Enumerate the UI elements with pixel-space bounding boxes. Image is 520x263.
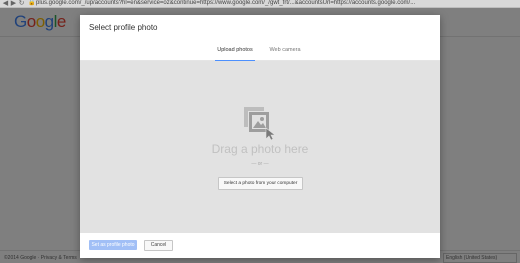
- set-as-profile-photo-button[interactable]: Set as profile photo: [89, 240, 137, 250]
- back-icon[interactable]: ◀: [2, 0, 9, 7]
- reload-icon[interactable]: ↻: [18, 0, 25, 7]
- photo-stack-icon: [244, 107, 276, 140]
- dialog-title: Select profile photo: [89, 23, 158, 32]
- dialog-footer: Set as profile photo Cancel: [80, 233, 440, 258]
- browser-toolbar: ◀ ▶ ↻ 🔒 plus.google.com/_/up/accounts?hl…: [0, 0, 520, 8]
- tab-upload-photos[interactable]: Upload photos: [215, 42, 255, 62]
- or-separator: — or —: [251, 161, 269, 167]
- forward-icon[interactable]: ▶: [10, 0, 17, 7]
- select-profile-photo-dialog: Select profile photo Upload photos Web c…: [80, 15, 440, 258]
- drag-photo-text: Drag a photo here: [211, 142, 309, 156]
- select-photo-button[interactable]: Select a photo from your computer: [218, 177, 303, 190]
- photo-drop-zone[interactable]: Drag a photo here — or — Select a photo …: [80, 61, 440, 233]
- lock-icon: 🔒: [28, 0, 36, 6]
- cancel-button[interactable]: Cancel: [144, 240, 173, 251]
- cursor-icon: [265, 127, 276, 140]
- dialog-tabs: Upload photos Web camera: [80, 42, 440, 62]
- tab-web-camera[interactable]: Web camera: [268, 42, 302, 60]
- address-bar[interactable]: plus.google.com/_/up/accounts?hl=en&serv…: [36, 0, 506, 7]
